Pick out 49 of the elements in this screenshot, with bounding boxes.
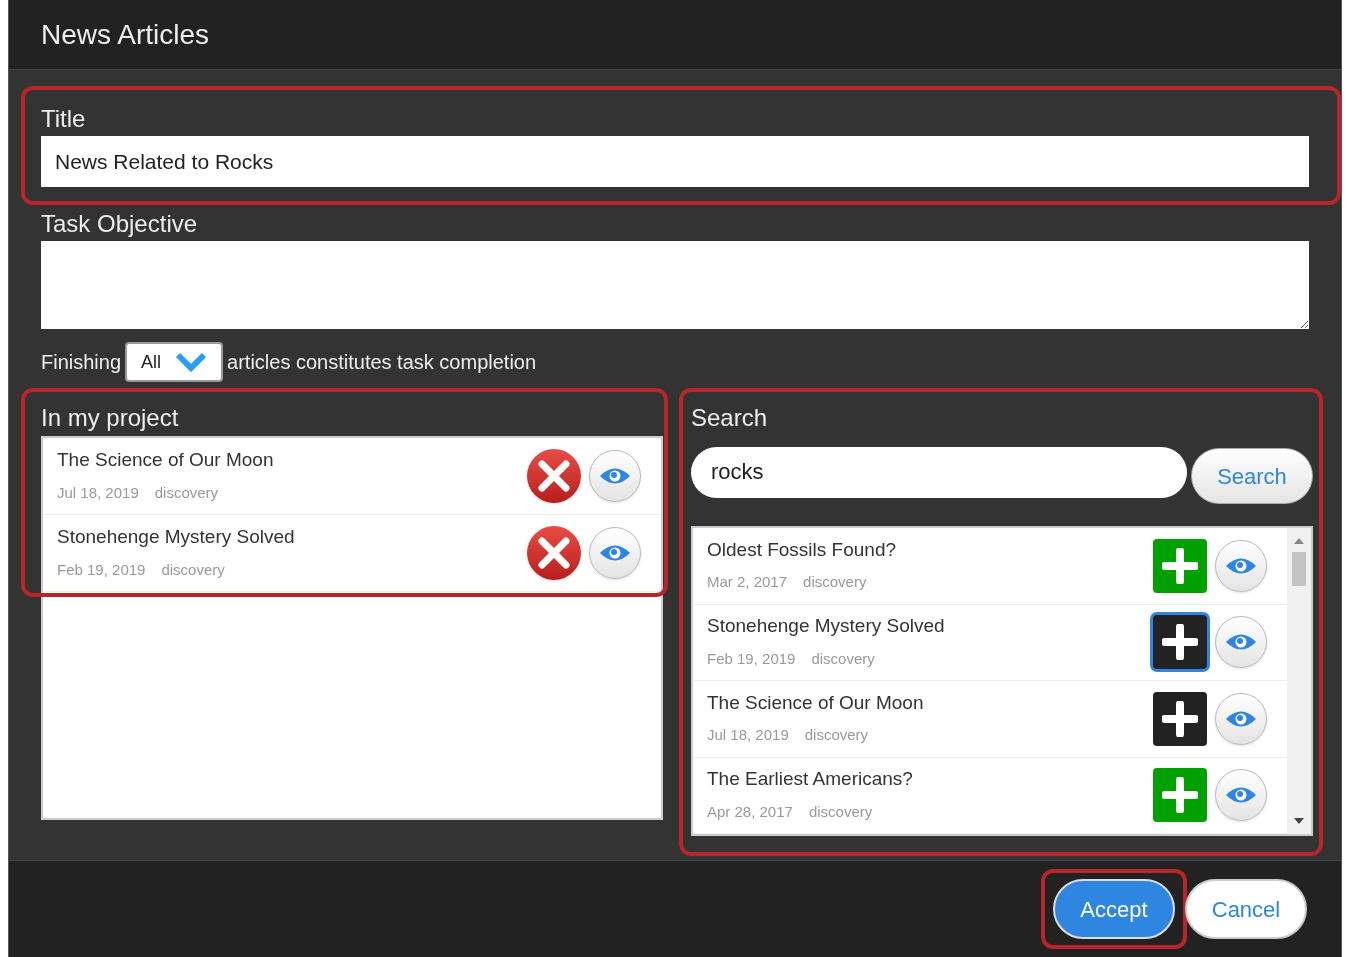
article-title: The Science of Our Moon	[57, 447, 274, 472]
view-button[interactable]	[1215, 769, 1267, 822]
scrollbar[interactable]	[1287, 528, 1311, 834]
plus-icon	[1162, 547, 1198, 584]
view-button[interactable]	[1215, 692, 1267, 745]
article-source: discovery	[808, 801, 873, 822]
plus-icon	[1162, 777, 1198, 814]
article-source: discovery	[811, 648, 875, 669]
article-title: Stonehenge Mystery Solved	[57, 524, 295, 549]
cancel-button[interactable]: Cancel	[1185, 879, 1307, 939]
close-icon	[537, 459, 571, 493]
article-source: discovery	[803, 572, 867, 593]
article-title: Stonehenge Mystery Solved	[707, 614, 945, 638]
article-date: Jul 18, 2019	[707, 725, 789, 746]
completion-label: Finishing	[41, 350, 122, 375]
accept-button[interactable]: Accept	[1053, 879, 1175, 939]
add-button[interactable]	[1153, 691, 1207, 746]
search-field[interactable]: rocks	[691, 446, 1187, 498]
chevron-icon	[175, 352, 208, 372]
article-title: Oldest Fossils Found?	[707, 537, 897, 562]
count-dropdown[interactable]: All	[125, 342, 224, 382]
remove-button[interactable]	[527, 526, 581, 580]
article-source: discovery	[804, 725, 869, 746]
field-label: Task Objective	[41, 209, 199, 239]
article-date: Apr 28, 2017	[707, 801, 793, 822]
view-button[interactable]	[1215, 616, 1267, 669]
plus-icon	[1162, 700, 1198, 737]
article-date: Mar 2, 2017	[707, 572, 788, 593]
title-field[interactable]: News Related to Rocks	[41, 136, 1309, 187]
completion-label: articles constitutes task completion	[227, 350, 537, 375]
article-title: The Science of Our Moon	[707, 690, 924, 715]
window-title: News Articles	[41, 17, 210, 52]
view-button[interactable]	[589, 527, 641, 579]
panel-heading: In my project	[41, 403, 180, 433]
article-date: Feb 19, 2019	[57, 559, 146, 580]
field-label: Title	[41, 104, 87, 134]
remove-button[interactable]	[527, 449, 581, 503]
add-button[interactable]	[1153, 615, 1207, 670]
view-button[interactable]	[1215, 539, 1267, 592]
close-icon	[537, 536, 571, 570]
article-source: discovery	[154, 482, 219, 503]
objective-field[interactable]	[41, 241, 1309, 329]
view-button[interactable]	[589, 450, 641, 502]
article-source: discovery	[161, 559, 225, 580]
panel-heading: Search	[691, 403, 769, 433]
article-date: Feb 19, 2019	[707, 648, 796, 669]
article-date: Jul 18, 2019	[57, 482, 139, 503]
plus-icon	[1162, 624, 1198, 661]
article-title: The Earliest Americans?	[707, 767, 913, 791]
